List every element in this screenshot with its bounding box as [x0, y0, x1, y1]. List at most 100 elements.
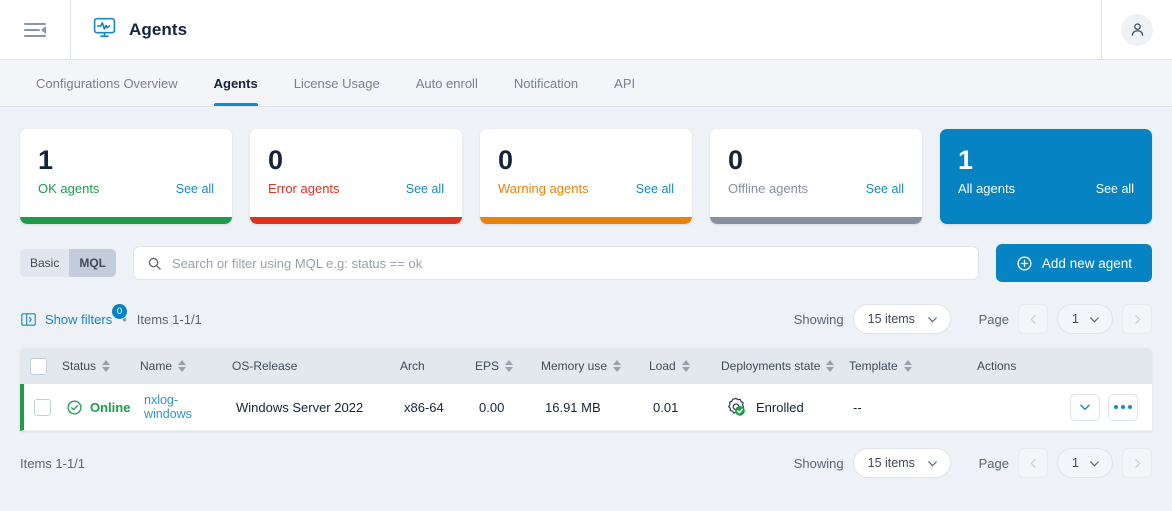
add-new-agent-label: Add new agent: [1042, 256, 1132, 271]
prev-page-button[interactable]: [1018, 448, 1048, 478]
tab-api[interactable]: API: [596, 60, 653, 106]
page-label: Page: [979, 456, 1009, 471]
query-mode-mql[interactable]: MQL: [69, 249, 116, 277]
ellipsis-icon: [1114, 405, 1132, 409]
search-icon: [147, 256, 162, 271]
add-new-agent-button[interactable]: Add new agent: [996, 244, 1152, 282]
page-size-value: 15 items: [868, 456, 915, 470]
chevron-down-icon: [1088, 457, 1101, 470]
filters-row: Show filters 0 • Items 1-1/1 Showing 15 …: [20, 282, 1152, 348]
sort-icon[interactable]: [682, 360, 690, 372]
see-all-link[interactable]: See all: [636, 182, 674, 196]
page-number-value: 1: [1072, 456, 1079, 470]
row-more-actions-button[interactable]: [1108, 394, 1138, 421]
filter-count-badge: 0: [112, 304, 127, 319]
stat-count: 1: [38, 145, 214, 175]
chevron-left-icon: [1027, 313, 1040, 326]
column-header-deployments-state[interactable]: Deployments state: [715, 359, 843, 373]
cell-name: nxlog-windows: [138, 393, 230, 421]
chevron-right-icon: [1131, 313, 1144, 326]
row-checkbox[interactable]: [34, 399, 51, 416]
next-page-button[interactable]: [1122, 448, 1152, 478]
prev-page-button[interactable]: [1018, 304, 1048, 334]
sort-icon[interactable]: [102, 360, 110, 372]
stat-count: 0: [268, 145, 444, 175]
show-filters-label: Show filters: [45, 312, 112, 327]
search-box[interactable]: [133, 246, 979, 280]
cell-memory-use: 16.91 MB: [539, 400, 647, 415]
page-number-value: 1: [1072, 312, 1079, 326]
see-all-link[interactable]: See all: [866, 182, 904, 196]
column-header-load[interactable]: Load: [643, 359, 715, 373]
stat-label: All agents: [958, 181, 1015, 196]
filter-panel-icon: [20, 311, 37, 328]
page-title-group: Agents: [71, 15, 1101, 45]
query-mode-toggle: Basic MQL: [20, 249, 116, 277]
user-avatar-button[interactable]: [1121, 14, 1153, 46]
tab-agents[interactable]: Agents: [196, 60, 276, 106]
query-mode-basic[interactable]: Basic: [20, 249, 69, 277]
see-all-link[interactable]: See all: [1096, 182, 1134, 196]
page-number-select[interactable]: 1: [1057, 448, 1113, 478]
show-filters-button[interactable]: Show filters 0: [20, 311, 112, 328]
page-size-select[interactable]: 15 items: [853, 304, 951, 334]
plus-circle-icon: [1016, 255, 1033, 272]
tab-license-usage[interactable]: License Usage: [276, 60, 398, 106]
agents-table: Status Name OS-Release Arch EPS Memory u…: [20, 348, 1152, 431]
check-circle-icon: [66, 399, 83, 416]
menu-toggle-button[interactable]: [0, 0, 71, 60]
chevron-down-icon: [926, 457, 939, 470]
column-header-template[interactable]: Template: [843, 359, 935, 373]
page-label: Page: [979, 312, 1009, 327]
monitor-heartbeat-icon: [92, 15, 117, 45]
see-all-link[interactable]: See all: [406, 182, 444, 196]
page-size-select[interactable]: 15 items: [853, 448, 951, 478]
column-header-name[interactable]: Name: [134, 359, 226, 373]
tab-configurations-overview[interactable]: Configurations Overview: [18, 60, 196, 106]
select-all-cell: [20, 358, 56, 375]
stat-card-ok-agents[interactable]: 1 OK agents See all: [20, 129, 232, 224]
chevron-down-icon: [1078, 400, 1092, 414]
stat-card-offline-agents[interactable]: 0 Offline agents See all: [710, 129, 922, 224]
stat-card-warning-agents[interactable]: 0 Warning agents See all: [480, 129, 692, 224]
stat-card-all-agents[interactable]: 1 All agents See all: [940, 129, 1152, 224]
column-header-arch[interactable]: Arch: [394, 359, 469, 373]
cell-load: 0.01: [647, 400, 719, 415]
sort-icon[interactable]: [505, 360, 513, 372]
tab-auto-enroll[interactable]: Auto enroll: [398, 60, 496, 106]
select-all-checkbox[interactable]: [30, 358, 47, 375]
agent-name-link[interactable]: nxlog-windows: [144, 393, 224, 421]
page-number-select[interactable]: 1: [1057, 304, 1113, 334]
stat-accent-bar: [480, 217, 692, 224]
main-content: 1 OK agents See all 0 Error agents See a…: [0, 107, 1172, 478]
showing-label: Showing: [794, 456, 844, 471]
sort-icon[interactable]: [613, 360, 621, 372]
see-all-link[interactable]: See all: [176, 182, 214, 196]
deployments-state-text: Enrolled: [756, 400, 804, 415]
sort-icon[interactable]: [826, 360, 834, 372]
sort-icon[interactable]: [178, 360, 186, 372]
stat-label: Warning agents: [498, 181, 589, 196]
next-page-button[interactable]: [1122, 304, 1152, 334]
pagination-top: Showing 15 items Page 1: [794, 304, 1152, 334]
stat-label: OK agents: [38, 181, 99, 196]
stat-accent-bar: [250, 217, 462, 224]
sort-icon[interactable]: [904, 360, 912, 372]
row-expand-button[interactable]: [1070, 394, 1100, 421]
stat-card-error-agents[interactable]: 0 Error agents See all: [250, 129, 462, 224]
user-avatar-icon: [1129, 21, 1146, 38]
tab-notification[interactable]: Notification: [496, 60, 596, 106]
cell-actions: [939, 394, 1152, 421]
column-header-status[interactable]: Status: [56, 359, 134, 373]
page-title: Agents: [129, 20, 187, 40]
column-header-os-release[interactable]: OS-Release: [226, 359, 394, 373]
cell-template: --: [847, 400, 939, 415]
column-header-memory-use[interactable]: Memory use: [535, 359, 643, 373]
chevron-left-icon: [1027, 457, 1040, 470]
column-header-eps[interactable]: EPS: [469, 359, 535, 373]
items-range-top: Items 1-1/1: [137, 312, 202, 327]
table-row[interactable]: Online nxlog-windows Windows Server 2022…: [20, 384, 1152, 431]
search-input[interactable]: [172, 256, 965, 271]
chevron-down-icon: [1088, 313, 1101, 326]
pagination-bottom: Showing 15 items Page 1: [794, 448, 1152, 478]
